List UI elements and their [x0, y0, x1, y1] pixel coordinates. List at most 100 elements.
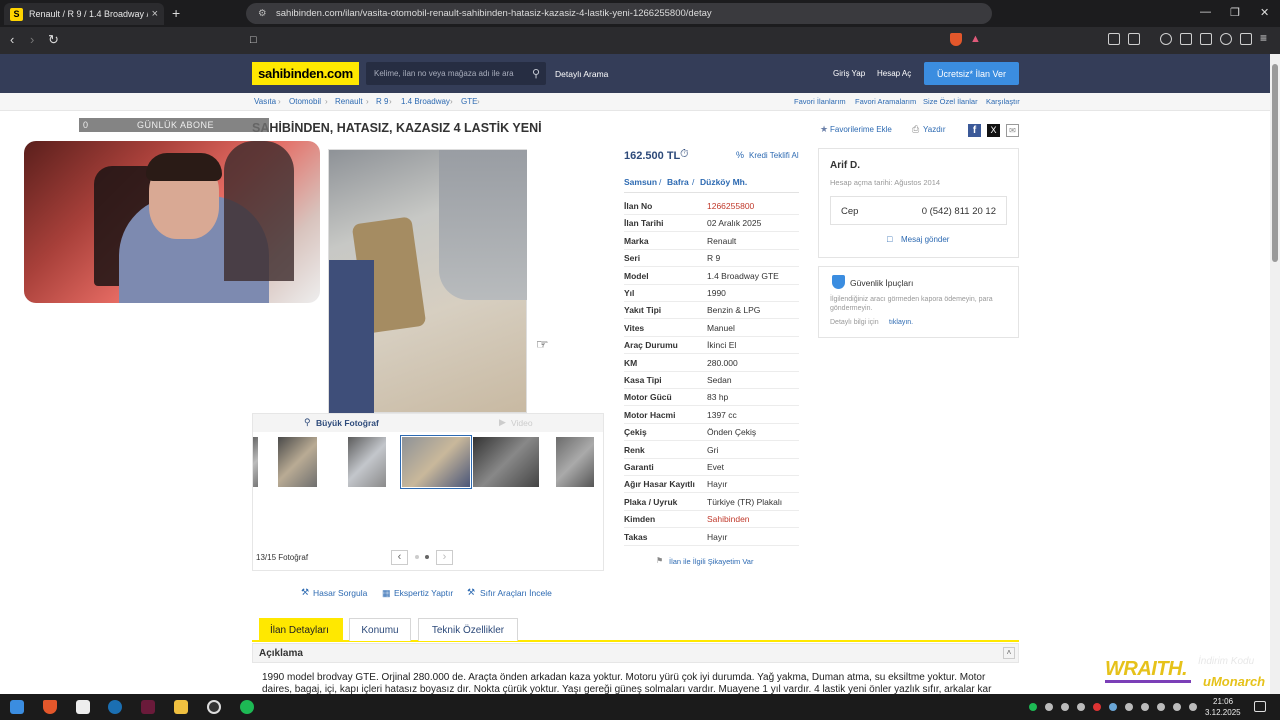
- breadcrumb-item[interactable]: GTE: [461, 97, 477, 106]
- back-icon[interactable]: ‹: [10, 32, 14, 47]
- big-photo-button[interactable]: Büyük Fotoğraf: [316, 418, 379, 428]
- wallet-icon[interactable]: [1200, 33, 1212, 45]
- x-twitter-icon[interactable]: X: [987, 124, 1000, 137]
- new-cars-link[interactable]: Sıfır Araçları İncele: [480, 588, 552, 598]
- breadcrumb-item[interactable]: Vasıta: [254, 97, 276, 106]
- phone-number[interactable]: 0 (542) 811 20 12: [922, 206, 996, 217]
- tab-location[interactable]: Konumu: [349, 618, 411, 641]
- tab-technical[interactable]: Teknik Özellikler: [418, 618, 518, 641]
- gallery-thumbnail[interactable]: [473, 437, 539, 487]
- close-tab-icon[interactable]: ×: [152, 8, 158, 20]
- sidebar-icon[interactable]: [1180, 33, 1192, 45]
- favorite-listings-link[interactable]: Favori İlanlarım: [794, 97, 846, 106]
- gallery-thumbnail-selected[interactable]: [400, 435, 472, 489]
- screenshot-icon[interactable]: [1128, 33, 1140, 45]
- credit-offer-link[interactable]: Kredi Teklifi Al: [749, 151, 799, 160]
- damage-query-link[interactable]: Hasar Sorgula: [313, 588, 367, 598]
- gallery-thumbnail[interactable]: [253, 437, 258, 487]
- extensions-icon[interactable]: [1108, 33, 1120, 45]
- breadcrumb-item[interactable]: R 9: [376, 97, 388, 106]
- detail-divider: [624, 214, 799, 215]
- clock-date[interactable]: 3.12.2025: [1205, 708, 1241, 717]
- scrollbar-thumb[interactable]: [1272, 64, 1278, 262]
- spotify-taskbar-icon[interactable]: [240, 700, 254, 714]
- gallery-next-button[interactable]: ›: [436, 550, 453, 565]
- bookmark-icon[interactable]: □: [250, 34, 257, 46]
- register-link[interactable]: Hesap Aç: [877, 69, 911, 78]
- minimize-icon[interactable]: —: [1200, 6, 1211, 18]
- search-input[interactable]: Kelime, ilan no veya mağaza adı ile ara …: [366, 62, 546, 85]
- post-ad-button[interactable]: Ücretsiz* İlan Ver: [924, 62, 1019, 85]
- price-history-icon[interactable]: ⏱: [680, 148, 689, 161]
- complaint-link[interactable]: İlan ile İlgili Şikayetim Var: [669, 557, 753, 566]
- detail-value[interactable]: Sahibinden: [707, 514, 750, 524]
- gallery-page-dot-active[interactable]: [425, 555, 429, 559]
- send-message-link[interactable]: Mesaj gönder: [901, 235, 949, 244]
- print-link[interactable]: Yazdır: [923, 125, 946, 134]
- mic-icon[interactable]: [1141, 703, 1149, 711]
- expertise-link[interactable]: Ekspertiz Yaptır: [394, 588, 453, 598]
- detail-value[interactable]: 1266255800: [707, 201, 754, 211]
- gallery-thumbnail[interactable]: [556, 437, 594, 487]
- collapse-icon[interactable]: ˄: [1003, 647, 1015, 659]
- gallery-thumbnail[interactable]: [348, 437, 386, 487]
- breadcrumb-item[interactable]: 1.4 Broadway: [401, 97, 450, 106]
- leo-icon[interactable]: [1220, 33, 1232, 45]
- add-favorite-link[interactable]: Favorilerime Ekle: [830, 125, 892, 134]
- brave-taskbar-icon[interactable]: [43, 700, 57, 714]
- battery-icon[interactable]: [1189, 703, 1197, 711]
- url-field[interactable]: ⚙ sahibinden.com/ilan/vasita-otomobil-re…: [246, 3, 992, 24]
- new-tab-button[interactable]: +: [172, 5, 180, 21]
- login-link[interactable]: Giriş Yap: [833, 69, 865, 78]
- breadcrumb-item[interactable]: Renault: [335, 97, 363, 106]
- gallery-prev-button[interactable]: ‹: [391, 550, 408, 565]
- tray-icon[interactable]: [1061, 703, 1069, 711]
- facebook-icon[interactable]: f: [968, 124, 981, 137]
- reload-icon[interactable]: ↻: [48, 32, 59, 48]
- tray-icon[interactable]: [1093, 703, 1101, 711]
- location-district[interactable]: Bafra: [667, 177, 689, 187]
- site-info-icon[interactable]: ⚙: [258, 8, 267, 19]
- windows-start-icon[interactable]: [10, 700, 24, 714]
- location-neighborhood[interactable]: Düzköy Mh.: [700, 177, 747, 187]
- location-city[interactable]: Samsun: [624, 177, 657, 187]
- mail-icon[interactable]: ✉: [1006, 124, 1019, 137]
- store-taskbar-icon[interactable]: [76, 700, 90, 714]
- tray-icon[interactable]: [1045, 703, 1053, 711]
- detailed-search-link[interactable]: Detaylı Arama: [555, 69, 608, 79]
- tray-icon[interactable]: [1125, 703, 1133, 711]
- breadcrumb-item[interactable]: Otomobil: [289, 97, 321, 106]
- gallery-page-dot[interactable]: [415, 555, 419, 559]
- gallery-thumbnail[interactable]: [278, 437, 317, 487]
- restore-icon[interactable]: ❐: [1230, 6, 1240, 19]
- steam-taskbar-icon[interactable]: [108, 700, 122, 714]
- scrollbar[interactable]: [1270, 54, 1280, 694]
- favorite-searches-link[interactable]: Favori Aramalarım: [855, 97, 916, 106]
- search-icon[interactable]: ⚲: [532, 67, 540, 80]
- special-listings-link[interactable]: Size Özel İlanlar: [923, 97, 978, 106]
- network-icon[interactable]: [1157, 703, 1165, 711]
- main-photo[interactable]: [328, 149, 527, 414]
- app-taskbar-icon[interactable]: [141, 700, 155, 714]
- notification-icon[interactable]: [1254, 701, 1266, 712]
- safety-more-link[interactable]: tıklayın.: [889, 319, 913, 326]
- tray-spotify-icon[interactable]: [1029, 703, 1037, 711]
- menu-icon[interactable]: ≡: [1260, 31, 1267, 45]
- browser-tab[interactable]: S Renault / R 9 / 1.4 Broadway / GTE ×: [4, 3, 164, 25]
- folder-taskbar-icon[interactable]: [174, 700, 188, 714]
- media-icon[interactable]: [1160, 33, 1172, 45]
- clock-time[interactable]: 21:06: [1213, 697, 1233, 706]
- brave-shield-icon[interactable]: [950, 33, 962, 46]
- volume-icon[interactable]: [1173, 703, 1181, 711]
- site-logo[interactable]: sahibinden.com: [252, 62, 359, 85]
- tray-steam-icon[interactable]: [1109, 703, 1117, 711]
- tab-listing-details[interactable]: İlan Detayları: [259, 618, 343, 641]
- tray-icon[interactable]: [1077, 703, 1085, 711]
- close-window-icon[interactable]: ✕: [1260, 6, 1269, 19]
- seller-name[interactable]: Arif D.: [830, 160, 860, 171]
- compare-link[interactable]: Karşılaştır: [986, 97, 1020, 106]
- vpn-icon[interactable]: [1240, 33, 1252, 45]
- brave-rewards-icon[interactable]: ▲: [970, 33, 981, 45]
- obs-taskbar-icon[interactable]: [207, 700, 221, 714]
- forward-icon[interactable]: ›: [30, 32, 34, 47]
